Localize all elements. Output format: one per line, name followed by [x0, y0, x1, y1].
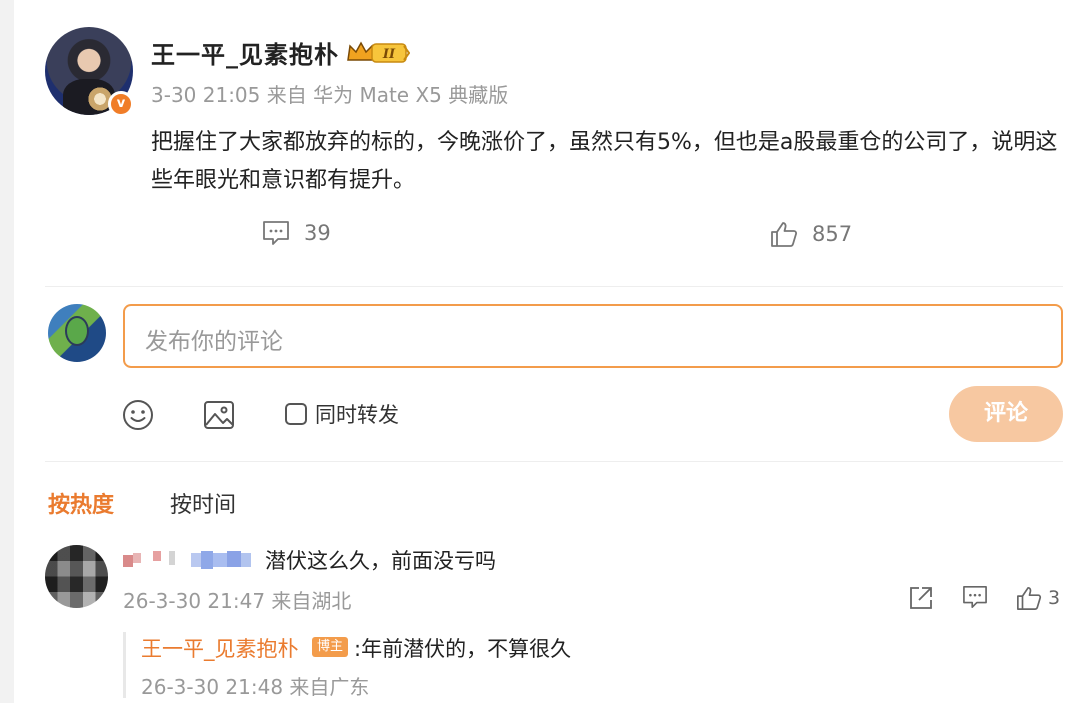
repost-checkbox[interactable]: [285, 403, 307, 425]
commenter-avatar[interactable]: [45, 545, 108, 608]
crown-level-icon[interactable]: II: [346, 38, 410, 66]
comment-like-count: 3: [1048, 587, 1061, 609]
thumbs-up-icon: [770, 220, 798, 248]
post-author-name[interactable]: 王一平_见素抱朴: [151, 35, 339, 70]
comment-icon: [262, 220, 290, 246]
reply-comment-button[interactable]: [962, 585, 988, 609]
comment-count: 39: [304, 221, 331, 245]
share-icon: [908, 585, 934, 611]
comment-button[interactable]: 39: [262, 220, 331, 246]
comment-input-placeholder: 发布你的评论: [145, 329, 283, 355]
reply-author-name[interactable]: 王一平_见素抱朴: [141, 633, 299, 663]
comment-icon: [962, 585, 988, 609]
like-button[interactable]: 857: [770, 220, 852, 248]
my-avatar[interactable]: [48, 304, 106, 362]
thumbs-up-icon: [1016, 585, 1042, 611]
avatar-face: [65, 316, 89, 346]
comment-input[interactable]: 发布你的评论: [123, 304, 1063, 368]
verified-icon: v: [108, 91, 134, 117]
like-comment-button[interactable]: 3: [1016, 585, 1060, 611]
image-icon: [203, 399, 235, 431]
share-comment-button[interactable]: [908, 585, 934, 611]
post-content: 把握住了大家都放弃的标的，今晚涨价了，虽然只有5%，但也是a股最重仓的公司了，说…: [151, 130, 1058, 193]
reply-thread-line: [123, 632, 126, 698]
post-meta: 3-30 21:05 来自 华为 Mate X5 典藏版: [151, 83, 509, 107]
repost-toggle[interactable]: 同时转发: [285, 399, 399, 429]
left-edge-panel: [0, 0, 14, 703]
commenter-name-blurred[interactable]: [123, 551, 253, 569]
reply-meta: 26-3-30 21:48 来自广东: [141, 675, 370, 699]
level-badge-text: II: [382, 47, 396, 62]
reply-text: :年前潜伏的，不算很久: [354, 637, 572, 661]
emoji-button[interactable]: [122, 399, 154, 431]
emoji-icon: [122, 399, 154, 431]
like-count: 857: [812, 222, 853, 246]
divider: [45, 286, 1063, 287]
repost-label: 同时转发: [315, 403, 399, 427]
divider: [45, 461, 1063, 462]
image-button[interactable]: [203, 399, 235, 431]
comment-text: 潜伏这么久，前面没亏吗: [265, 549, 496, 573]
tab-sort-hot[interactable]: 按热度: [48, 487, 114, 519]
tab-sort-time[interactable]: 按时间: [170, 487, 236, 519]
submit-comment-button[interactable]: 评论: [949, 386, 1063, 442]
comment-meta: 26-3-30 21:47 来自湖北: [123, 589, 352, 613]
host-badge: 博主: [312, 637, 348, 657]
